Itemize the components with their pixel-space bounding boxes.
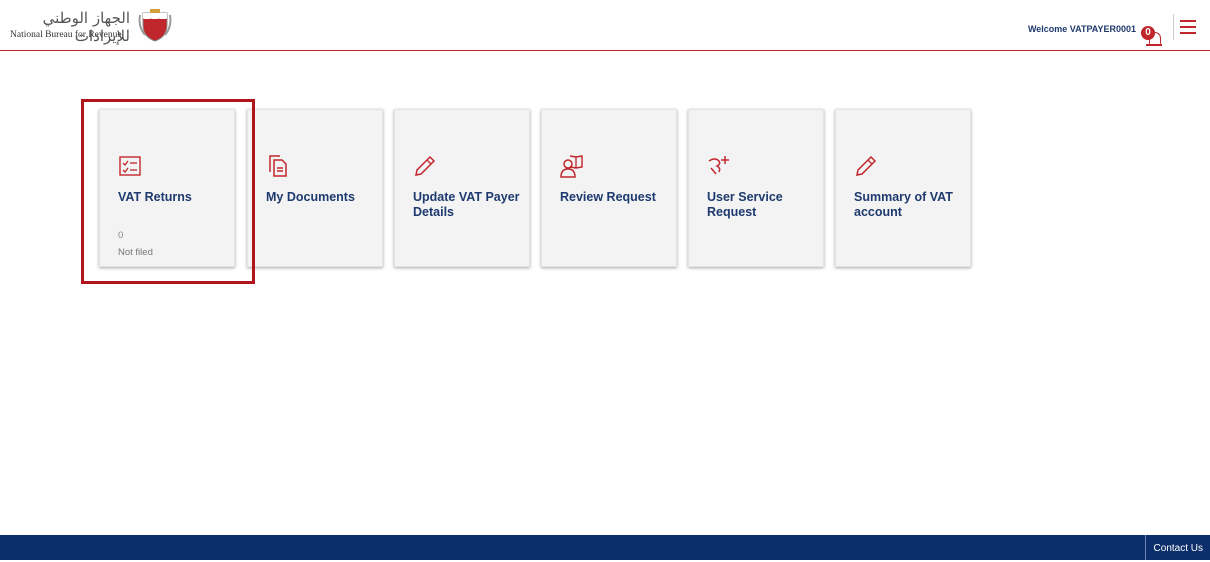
nbr-logo[interactable]: الجهاز الوطني للإيرادات National Bureau … — [10, 9, 175, 45]
card-title: Review Request — [560, 190, 656, 204]
header-bar: الجهاز الوطني للإيرادات National Bureau … — [0, 0, 1210, 51]
card-update-vat-payer-details[interactable]: Update VAT Payer Details — [394, 109, 530, 267]
card-title: VAT Returns — [118, 190, 192, 204]
card-title: User Service Request — [707, 190, 783, 219]
bell-icon-base — [1146, 44, 1162, 46]
card-title: My Documents — [266, 190, 355, 204]
header-divider — [1173, 14, 1174, 40]
user-add-icon — [708, 156, 729, 175]
card-status: Not filed — [118, 247, 153, 258]
welcome-text: Welcome VATPAYER0001 — [1027, 24, 1136, 34]
documents-icon — [269, 155, 287, 177]
pencil-icon — [415, 155, 436, 176]
crest-icon — [138, 9, 172, 42]
notification-bell[interactable]: 0 — [1141, 26, 1163, 48]
card-review-request[interactable]: Review Request — [541, 109, 677, 267]
footer-bar: Contact Us — [0, 535, 1210, 560]
card-title: Summary of VAT account — [854, 190, 953, 219]
card-vat-returns[interactable]: VAT Returns 0 Not filed — [99, 109, 235, 267]
contact-us-link[interactable]: Contact Us — [1144, 535, 1210, 560]
notification-badge: 0 — [1141, 26, 1155, 40]
card-title: Update VAT Payer Details — [413, 190, 520, 219]
card-count: 0 — [118, 230, 124, 241]
card-my-documents[interactable]: My Documents — [247, 109, 383, 267]
user-book-icon — [560, 155, 583, 178]
card-user-service-request[interactable]: User Service Request — [688, 109, 824, 267]
checklist-icon — [119, 156, 141, 176]
logo-english-text: National Bureau for Revenue — [10, 30, 122, 40]
hamburger-menu-button[interactable] — [1180, 20, 1196, 34]
pencil-icon — [856, 155, 877, 176]
card-summary-of-vat-account[interactable]: Summary of VAT account — [835, 109, 971, 267]
